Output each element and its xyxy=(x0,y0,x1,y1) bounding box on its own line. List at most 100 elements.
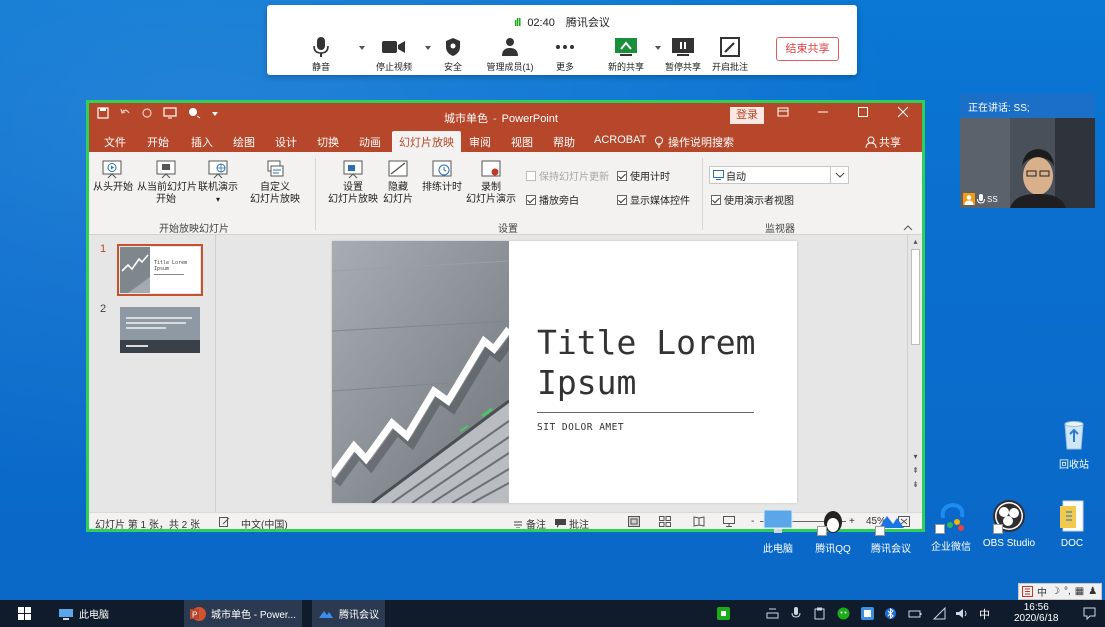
desktop-icon-this-pc[interactable]: 此电脑 xyxy=(749,500,807,555)
desktop-icon-qq[interactable]: 腾讯QQ xyxy=(804,500,862,555)
use-timings-checkbox[interactable]: 使用计时 xyxy=(617,168,670,183)
slide-subtitle[interactable]: SIT DOLOR AMET xyxy=(537,422,624,433)
slideshow-view-icon[interactable] xyxy=(723,516,735,527)
notes-button[interactable]: 备注 xyxy=(513,516,546,529)
tab-design[interactable]: 设计 xyxy=(275,134,297,150)
group-start-slideshow: 开始放映幻灯片 xyxy=(159,224,229,235)
touch-mode-icon[interactable] xyxy=(187,107,201,119)
new-share-button[interactable]: 新的共享 xyxy=(601,34,651,73)
input-language-indicator[interactable]: 中 xyxy=(979,600,990,627)
present-from-start-icon[interactable] xyxy=(163,107,177,119)
annotate-button[interactable]: 开启批注 xyxy=(705,34,755,73)
normal-view-icon[interactable] xyxy=(628,516,640,527)
comments-button[interactable]: 批注 xyxy=(555,516,589,529)
mic-tray-icon[interactable] xyxy=(791,607,801,620)
wifi-tray-icon[interactable] xyxy=(933,607,946,620)
presenter-view-checkbox[interactable]: 使用演示者视图 xyxy=(711,192,794,207)
scroll-down-icon[interactable]: ▾ xyxy=(910,451,921,462)
customize-toolbar-icon[interactable] xyxy=(211,107,219,119)
taskbar-tencent-meeting[interactable]: 腾讯会议 xyxy=(312,600,385,627)
pen-tray-icon[interactable] xyxy=(766,607,779,620)
tab-transitions[interactable]: 切换 xyxy=(317,134,339,150)
desktop-icon-obs[interactable]: OBS Studio xyxy=(980,498,1038,549)
end-share-button[interactable]: 结束共享 xyxy=(776,37,839,61)
desktop-icon-doc[interactable]: DOC xyxy=(1043,498,1101,549)
tab-acrobat[interactable]: ACROBAT xyxy=(594,134,646,146)
document-filename: 城市单色 xyxy=(444,113,488,125)
previous-slide-icon[interactable]: ⇞ xyxy=(910,465,921,476)
tab-view[interactable]: 视图 xyxy=(511,134,533,150)
reading-view-icon[interactable] xyxy=(693,516,705,527)
tab-help[interactable]: 帮助 xyxy=(553,134,575,150)
manage-members-button[interactable]: 管理成员(1) xyxy=(485,34,535,73)
share-button[interactable]: 共享 xyxy=(865,134,901,150)
undo-icon[interactable] xyxy=(119,107,131,119)
taskbar-powerpoint[interactable]: P 城市单色 - Power... xyxy=(184,600,303,627)
language-status[interactable]: 中文(中国) xyxy=(241,516,288,529)
tab-insert[interactable]: 插入 xyxy=(191,134,213,150)
bluetooth-tray-icon[interactable] xyxy=(885,607,896,620)
slide-title[interactable]: Title Lorem Ipsum xyxy=(537,323,756,403)
slide-thumbnail-1[interactable]: Title Lorem Ipsum xyxy=(117,244,203,296)
start-button[interactable] xyxy=(18,600,31,627)
show-media-controls-checkbox[interactable]: 显示媒体控件 xyxy=(617,192,690,207)
tab-review[interactable]: 审阅 xyxy=(469,134,491,150)
mute-button[interactable]: 静音 xyxy=(296,34,346,73)
accessibility-icon[interactable] xyxy=(219,517,230,527)
rehearse-timings-button[interactable]: 排练计时 xyxy=(419,160,465,194)
desktop-icon-wecom[interactable]: 企业微信 xyxy=(922,498,980,553)
custom-slideshow-button[interactable]: 自定义 幻灯片放映 xyxy=(243,160,307,206)
tab-animations[interactable]: 动画 xyxy=(359,134,381,150)
volume-tray-icon[interactable] xyxy=(955,607,969,620)
participant-video[interactable]: SS xyxy=(960,118,1095,208)
scroll-up-icon[interactable]: ▴ xyxy=(910,236,921,247)
record-slideshow-button[interactable]: 录制 幻灯片演示 xyxy=(463,160,519,206)
shortcut-arrow-icon xyxy=(875,526,885,536)
keep-updated-checkbox[interactable]: 保持幻灯片更新 xyxy=(526,168,609,183)
minimize-icon[interactable] xyxy=(817,106,829,118)
tell-me-search[interactable]: 操作说明搜索 xyxy=(654,134,734,150)
clock-time: 16:56 xyxy=(1023,602,1049,613)
slide-sorter-icon[interactable] xyxy=(659,516,671,527)
save-icon[interactable] xyxy=(97,107,109,119)
stop-video-button[interactable]: 停止视频 xyxy=(369,34,419,73)
system-clock[interactable]: 16:56 2020/6/18 xyxy=(1014,602,1059,624)
collapse-ribbon-icon[interactable] xyxy=(903,224,913,231)
pause-share-button[interactable]: 暂停共享 xyxy=(658,34,708,73)
monitor-select[interactable]: 自动 xyxy=(709,166,849,184)
slide-thumbnail-2[interactable] xyxy=(120,307,200,353)
maximize-icon[interactable] xyxy=(857,106,869,118)
monitor-icon xyxy=(713,170,724,180)
security-tray-icon[interactable] xyxy=(861,607,874,620)
from-start-button[interactable]: 从头开始 xyxy=(93,160,133,194)
green-app-tray-icon[interactable] xyxy=(717,607,730,620)
tab-slideshow[interactable]: 幻灯片放映 xyxy=(392,131,461,152)
battery-tray-icon[interactable] xyxy=(908,607,922,620)
redo-icon[interactable] xyxy=(141,107,153,119)
hide-slide-button[interactable]: 隐藏 幻灯片 xyxy=(381,160,415,206)
tab-home[interactable]: 开始 xyxy=(147,134,169,150)
clipboard-tray-icon[interactable] xyxy=(814,607,825,620)
login-button[interactable]: 登录 xyxy=(730,107,764,124)
scrollbar-thumb[interactable] xyxy=(911,249,920,345)
security-button[interactable]: 安全 xyxy=(428,34,478,73)
close-icon[interactable] xyxy=(897,106,909,118)
setup-slideshow-button[interactable]: 设置 幻灯片放映 xyxy=(325,160,381,206)
desktop-icon-tencent-meeting[interactable]: 腾讯会议 xyxy=(862,500,920,555)
play-narrations-checkbox[interactable]: 播放旁白 xyxy=(526,192,579,207)
mute-options-caret-icon[interactable] xyxy=(357,43,367,53)
current-slide[interactable]: Title Lorem Ipsum SIT DOLOR AMET xyxy=(332,241,797,503)
desktop-icon-recycle-bin[interactable]: 回收站 xyxy=(1045,416,1103,471)
from-current-button[interactable]: 从当前幻灯片 开始 xyxy=(137,160,197,206)
ribbon-display-icon[interactable] xyxy=(777,106,789,118)
more-button[interactable]: 更多 xyxy=(540,34,590,73)
vertical-scrollbar[interactable]: ▴ ▾ ⇞ ⇟ xyxy=(907,235,922,512)
ime-toolbar[interactable]: 中 ☽ °, ▦ ♟ xyxy=(1018,583,1102,600)
tab-draw[interactable]: 绘图 xyxy=(233,134,255,150)
wechat-tray-icon[interactable] xyxy=(837,607,850,620)
taskbar-this-pc[interactable]: 此电脑 xyxy=(58,600,109,627)
present-online-button[interactable]: 联机演示 ▾ xyxy=(197,160,239,206)
next-slide-icon[interactable]: ⇟ xyxy=(910,479,921,490)
notification-center-icon[interactable] xyxy=(1083,607,1096,620)
tab-file[interactable]: 文件 xyxy=(104,134,126,150)
